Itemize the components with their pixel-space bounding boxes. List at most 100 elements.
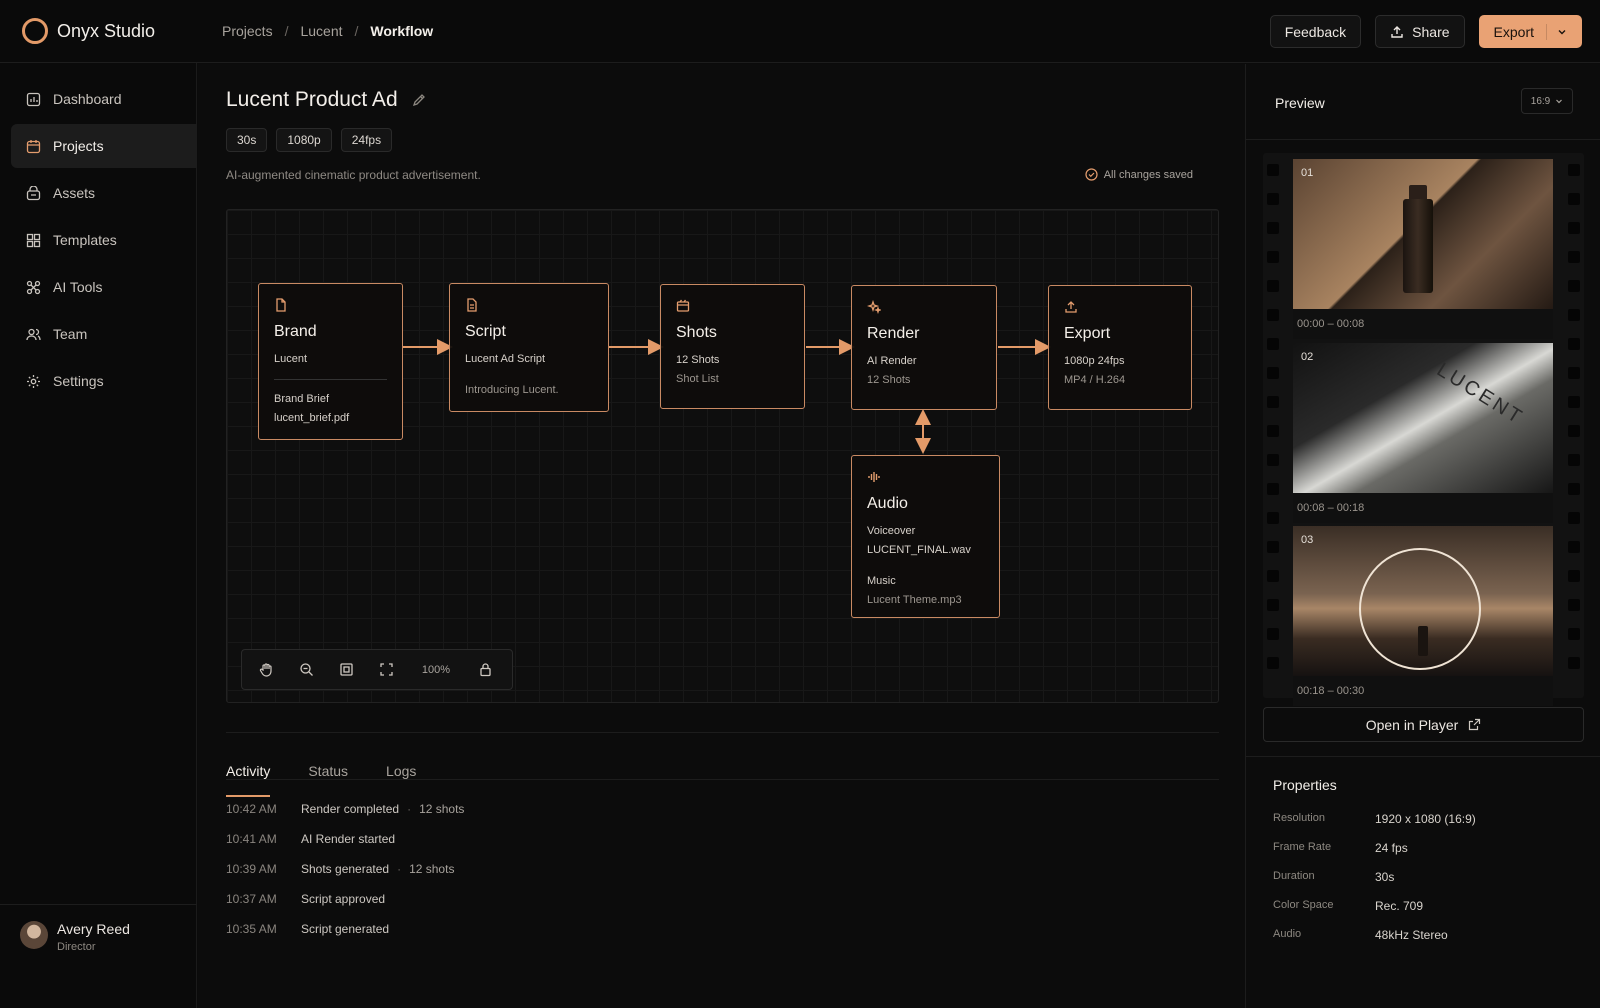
sidebar-item-label: Team	[53, 326, 88, 342]
frame-thumbnail: LUCENT 02	[1293, 343, 1553, 493]
tab-logs[interactable]: Logs	[386, 763, 416, 796]
property-key: Color Space	[1273, 899, 1334, 911]
node-script[interactable]: Script Lucent Ad Script Introducing Luce…	[449, 283, 609, 412]
activity-time: 10:39 AM	[226, 862, 277, 876]
activity-text: Render completed	[301, 802, 400, 816]
node-shots[interactable]: Shots 12 Shots Shot List	[660, 284, 805, 409]
projects-icon	[25, 138, 41, 154]
node-title: Script	[465, 323, 506, 340]
breadcrumb-separator: /	[284, 23, 289, 39]
project-header: Lucent Product Ad	[226, 88, 426, 112]
user-profile[interactable]: Avery Reed Director	[0, 904, 197, 1008]
chevron-down-icon[interactable]	[1546, 23, 1567, 40]
property-value: Rec. 709	[1375, 899, 1424, 913]
frame-number: 02	[1301, 351, 1314, 363]
node-file: lucent_brief.pdf	[274, 412, 350, 424]
node-brand[interactable]: Brand Lucent Brand Brief lucent_brief.pd…	[258, 283, 403, 440]
property-key: Audio	[1273, 928, 1302, 940]
property-value: 48kHz Stereo	[1375, 928, 1448, 942]
export-button[interactable]: Export	[1478, 15, 1582, 48]
logo-ring-icon	[22, 18, 48, 44]
breadcrumb-lucent[interactable]: Lucent	[300, 23, 342, 39]
node-divider	[274, 379, 387, 380]
feedback-button[interactable]: Feedback	[1269, 15, 1362, 48]
resolution-chip: 1080p	[276, 128, 332, 152]
property-key: Duration	[1273, 870, 1315, 882]
film-sprockets-right	[1567, 153, 1581, 698]
sidebar-item-label: AI Tools	[53, 279, 103, 295]
fit-view-icon[interactable]	[330, 653, 363, 686]
zoom-level[interactable]: 100%	[410, 664, 462, 676]
node-render[interactable]: Render AI Render 12 Shots	[851, 285, 997, 410]
tab-status[interactable]: Status	[308, 763, 348, 796]
property-key: Frame Rate	[1273, 841, 1332, 853]
node-file: Lucent Theme.mp3	[867, 594, 962, 606]
sidebar-item-label: Templates	[53, 232, 117, 248]
node-title: Audio	[867, 495, 908, 512]
share-label: Share	[1412, 23, 1450, 40]
save-status-label: All changes saved	[1103, 168, 1193, 181]
node-subtitle: 12 Shots	[676, 354, 720, 366]
zoom-out-icon[interactable]	[290, 653, 323, 686]
sidebar-item-settings[interactable]: Settings	[11, 359, 197, 403]
frame-thumbnail: 01	[1293, 159, 1553, 309]
node-subtitle: AI Render	[867, 355, 917, 367]
node-subtitle: Lucent Ad Script	[465, 353, 546, 365]
assets-icon	[25, 185, 41, 201]
activity-text: Script approved	[301, 892, 386, 906]
product-bottle	[1403, 199, 1433, 293]
node-detail: Shot List	[676, 373, 719, 385]
chevron-down-icon	[1556, 99, 1563, 104]
sidebar-item-assets[interactable]: Assets	[11, 171, 197, 215]
workflow-canvas[interactable]: Brand Lucent Brand Brief lucent_brief.pd…	[226, 209, 1219, 703]
sidebar-item-team[interactable]: Team	[11, 312, 197, 356]
frame-thumbnail: 03	[1293, 526, 1553, 676]
user-role: Director	[57, 941, 96, 953]
feedback-label: Feedback	[1284, 23, 1347, 40]
pencil-icon[interactable]	[412, 93, 426, 107]
top-bar: Onyx Studio Projects / Lucent / Workflow…	[0, 0, 1600, 63]
top-actions: Feedback Share Export	[1269, 15, 1582, 48]
lock-icon[interactable]	[469, 653, 502, 686]
frame-timecode: 00:08 – 00:18	[1293, 493, 1553, 523]
sidebar-item-ai-tools[interactable]: AI Tools	[11, 265, 197, 309]
open-in-player-button[interactable]: Open in Player	[1263, 707, 1584, 742]
breadcrumb-projects[interactable]: Projects	[222, 23, 273, 39]
sidebar-item-projects[interactable]: Projects	[11, 124, 197, 168]
gear-icon	[25, 373, 41, 389]
sidebar-item-templates[interactable]: Templates	[11, 218, 197, 262]
team-icon	[25, 326, 41, 342]
node-title: Shots	[676, 324, 717, 341]
ai-tools-icon	[25, 279, 41, 295]
project-description: AI-augmented cinematic product advertise…	[226, 168, 481, 182]
waveform-icon	[868, 472, 880, 482]
tab-activity[interactable]: Activity	[226, 763, 271, 797]
sidebar: Dashboard Projects Assets Templates AI T…	[0, 63, 197, 1008]
activity-text: Script generated	[301, 922, 390, 936]
property-key: Resolution	[1273, 812, 1325, 824]
framerate-chip: 24fps	[340, 128, 393, 152]
activity-dot: ·	[407, 802, 412, 816]
node-subtitle: 1080p 24fps	[1064, 355, 1125, 367]
node-export[interactable]: Export 1080p 24fps MP4 / H.264	[1048, 285, 1192, 410]
filmstrip: 01 00:00 – 00:08 LUCENT 02 00:08 – 00:18…	[1263, 153, 1584, 706]
activity-list: 10:42 AM Render completed · 12 shots 10:…	[226, 794, 464, 944]
brand[interactable]: Onyx Studio	[22, 18, 155, 44]
breadcrumb-separator: /	[354, 23, 359, 39]
preview-frame[interactable]: 03 00:18 – 00:30	[1293, 526, 1553, 706]
preview-frame[interactable]: LUCENT 02 00:08 – 00:18	[1293, 343, 1553, 523]
upload-icon	[1065, 301, 1077, 313]
share-button[interactable]: Share	[1375, 15, 1465, 48]
breadcrumb-current: Workflow	[370, 23, 434, 39]
node-audio[interactable]: Audio Voiceover LUCENT_FINAL.wav Music L…	[851, 455, 1000, 618]
preview-frame[interactable]: 01 00:00 – 00:08	[1293, 159, 1553, 339]
main-content: Lucent Product Ad 30s 1080p 24fps AI-aug…	[198, 64, 1245, 1008]
sidebar-item-label: Dashboard	[53, 91, 122, 107]
breadcrumb: Projects / Lucent / Workflow	[222, 23, 433, 39]
fullscreen-icon[interactable]	[370, 653, 403, 686]
sidebar-item-dashboard[interactable]: Dashboard	[11, 77, 197, 121]
hand-icon[interactable]	[250, 653, 283, 686]
aspect-ratio-select[interactable]: 16:9	[1521, 88, 1573, 114]
export-label: Export	[1493, 23, 1534, 40]
node-subtitle: Lucent	[274, 353, 308, 365]
